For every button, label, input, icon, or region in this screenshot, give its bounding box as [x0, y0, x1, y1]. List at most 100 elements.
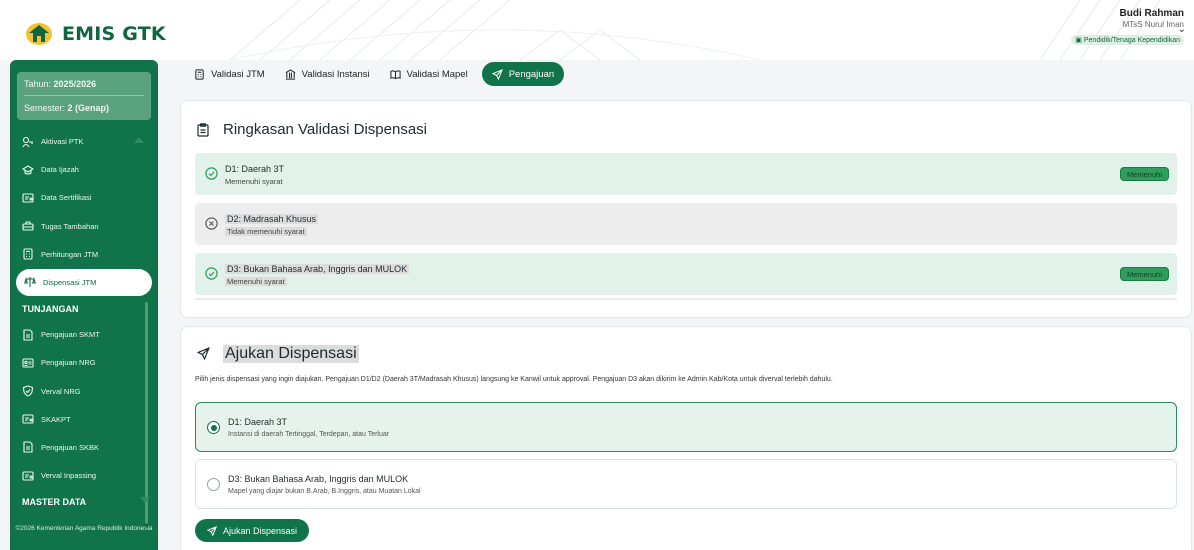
sidebar-item-label: Aktivasi PTK	[41, 137, 84, 146]
option-title: D3: Bukan Bahasa Arab, Inggris dan MULOK	[228, 474, 409, 484]
sidebar-item-label: Pengajuan SKMT	[41, 330, 100, 340]
scroll-up-icon[interactable]	[134, 137, 144, 143]
sidebar-item-verval-nrg[interactable]: Verval NRG	[10, 378, 158, 405]
summary-title-text: Ringkasan Validasi Dispensasi	[223, 121, 427, 138]
sidebar-item-pengajuan-skmt[interactable]: Pengajuan SKMT	[10, 321, 158, 348]
app-name: EMIS GTK	[62, 23, 166, 45]
sidebar-item-label: Pengajuan SKBK	[41, 442, 99, 452]
book-icon	[390, 69, 401, 80]
graduation-cap-icon	[22, 164, 34, 176]
calculator-icon	[22, 248, 34, 260]
tab-validasi-mapel[interactable]: Validasi Mapel	[390, 62, 468, 86]
summary-row-d1: D1: Daerah 3T Memenuhi syarat Memenuhi	[195, 153, 1177, 195]
option-title: D1: Daerah 3T	[228, 417, 288, 427]
tab-validasi-instansi[interactable]: Validasi Instansi	[285, 62, 370, 86]
year-line: Tahun: 2025/2026	[24, 78, 144, 91]
check-circle-icon	[205, 167, 218, 180]
emis-logo-icon	[26, 23, 52, 45]
summary-row-status: Tidak memenuhi syarat	[225, 227, 307, 236]
user-key-icon	[22, 136, 34, 148]
send-icon	[207, 525, 217, 536]
sidebar-item-label: Data Sertifikasi	[41, 193, 92, 203]
tab-validasi-jtm[interactable]: Validasi JTM	[194, 62, 265, 86]
radio-d1[interactable]	[207, 421, 220, 434]
sidebar-item-pengajuan-skbk[interactable]: Pengajuan SKBK	[10, 434, 158, 461]
sidebar-item-label: Dispensasi JTM	[43, 277, 97, 287]
section-master-data: MASTER DATA	[22, 497, 87, 508]
building-icon	[285, 68, 296, 80]
year-label: Tahun:	[24, 79, 52, 89]
clipboard-icon	[197, 122, 211, 137]
header-decoration	[229, 0, 1161, 60]
academic-period-box: Tahun: 2025/2026 Semester: 2 (Genap)	[17, 72, 151, 120]
sidebar-item-label: Perhitungan JTM	[41, 249, 99, 259]
app-logo[interactable]: EMIS GTK	[24, 22, 166, 46]
x-circle-icon	[205, 217, 218, 230]
tab-label: Pengajuan	[508, 68, 555, 80]
sidebar-item-aktivasi-ptk[interactable]: Aktivasi PTK	[10, 128, 158, 155]
tab-label: Validasi Mapel	[406, 68, 468, 80]
submit-title-text: Ajukan Dispensasi	[223, 345, 359, 363]
certificate-icon	[22, 413, 34, 425]
option-d3[interactable]: D3: Bukan Bahasa Arab, Inggris dan MULOK…	[195, 459, 1177, 509]
sidebar-item-skakpt[interactable]: SKAKPT	[10, 406, 158, 433]
submit-dispensation-card: Ajukan Dispensasi Pilih jenis dispensasi…	[180, 326, 1192, 550]
scroll-down-icon[interactable]	[140, 497, 150, 503]
sidebar-item-perhitungan-jtm[interactable]: Perhitungan JTM	[10, 241, 158, 268]
sidebar-item-label: Tugas Tambahan	[41, 221, 99, 231]
sidebar-item-verval-inpassing[interactable]: Verval Inpassing	[10, 462, 158, 489]
tab-label: Validasi Instansi	[301, 68, 370, 80]
option-d1[interactable]: D1: Daerah 3T Instansi di daerah Terting…	[195, 402, 1177, 452]
user-name: Budi Rahman	[1119, 8, 1184, 19]
document-icon	[22, 441, 34, 453]
send-icon	[197, 347, 211, 361]
validation-summary-card: Ringkasan Validasi Dispensasi D1: Daerah…	[180, 100, 1192, 318]
document-icon	[22, 329, 34, 341]
semester-line: Semester: 2 (Genap)	[24, 102, 144, 115]
sidebar-footer: ©2026 Kementerian Agama Republik Indones…	[15, 525, 153, 532]
calculator-icon	[194, 68, 205, 80]
id-card-icon: ▣	[1075, 37, 1082, 44]
section-tunjangan: TUNJANGAN	[22, 304, 79, 315]
year-divider	[24, 95, 144, 96]
semester-label: Semester:	[24, 103, 66, 113]
summary-row-title: D3: Bukan Bahasa Arab, Inggris dan MULOK	[225, 264, 410, 274]
user-role-badge: ▣ Pendidik/Tenaga Kependidikan	[1071, 35, 1184, 45]
summary-row-title-text: D3: Bukan Bahasa Arab, Inggris dan MULOK	[225, 264, 410, 274]
sidebar-item-label: Pengajuan NRG	[41, 358, 96, 368]
submit-dispensation-button[interactable]: Ajukan Dispensasi	[195, 519, 310, 542]
certificate-icon	[22, 192, 34, 204]
sidebar-scrollbar-thumb[interactable]	[145, 302, 148, 524]
submit-description: Pilih jenis dispensasi yang ingin diajuk…	[195, 376, 833, 383]
summary-divider	[195, 298, 1177, 300]
radio-d3[interactable]	[207, 478, 220, 491]
year-value: 2025/2026	[53, 79, 97, 89]
sidebar-item-dispensasi-jtm[interactable]: Dispensasi JTM	[16, 268, 152, 296]
briefcase-icon	[22, 220, 34, 232]
submit-title: Ajukan Dispensasi	[197, 345, 359, 363]
chevron-down-icon[interactable]: ⌄	[1178, 24, 1186, 35]
tab-pengajuan[interactable]: Pengajuan	[481, 62, 565, 86]
scale-icon	[24, 276, 36, 288]
certificate-icon	[22, 470, 34, 482]
sidebar-item-pengajuan-nrg[interactable]: Pengajuan NRG	[10, 349, 158, 376]
user-menu[interactable]: Budi Rahman MTsS Nurul Iman ▣ Pendidik/T…	[1071, 8, 1184, 47]
submit-button-label: Ajukan Dispensasi	[223, 525, 298, 536]
sidebar-item-label: Verval NRG	[41, 386, 81, 396]
send-icon	[491, 68, 503, 80]
summary-row-status-text: Tidak memenuhi syarat	[225, 227, 307, 236]
option-description: Instansi di daerah Tertinggal, Terdepan,…	[228, 431, 390, 438]
status-badge: Memenuhi	[1119, 267, 1169, 281]
summary-row-title: D2: Madrasah Khusus	[225, 214, 319, 224]
semester-value: 2 (Genap)	[67, 103, 110, 113]
sidebar-item-tugas-tambahan[interactable]: Tugas Tambahan	[10, 213, 158, 240]
shield-check-icon	[22, 385, 34, 397]
sidebar-item-label: Verval Inpassing	[41, 471, 97, 481]
sidebar-item-data-ijazah[interactable]: Data Ijazah	[10, 156, 158, 183]
summary-row-status: Memenuhi syarat	[225, 177, 283, 186]
id-card-icon	[22, 357, 34, 369]
sidebar-item-data-sertifikasi[interactable]: Data Sertifikasi	[10, 184, 158, 211]
summary-row-d3: D3: Bukan Bahasa Arab, Inggris dan MULOK…	[195, 253, 1177, 295]
status-badge: Memenuhi	[1119, 167, 1169, 181]
tab-bar: Validasi JTM Validasi Instansi Validasi …	[194, 62, 565, 86]
